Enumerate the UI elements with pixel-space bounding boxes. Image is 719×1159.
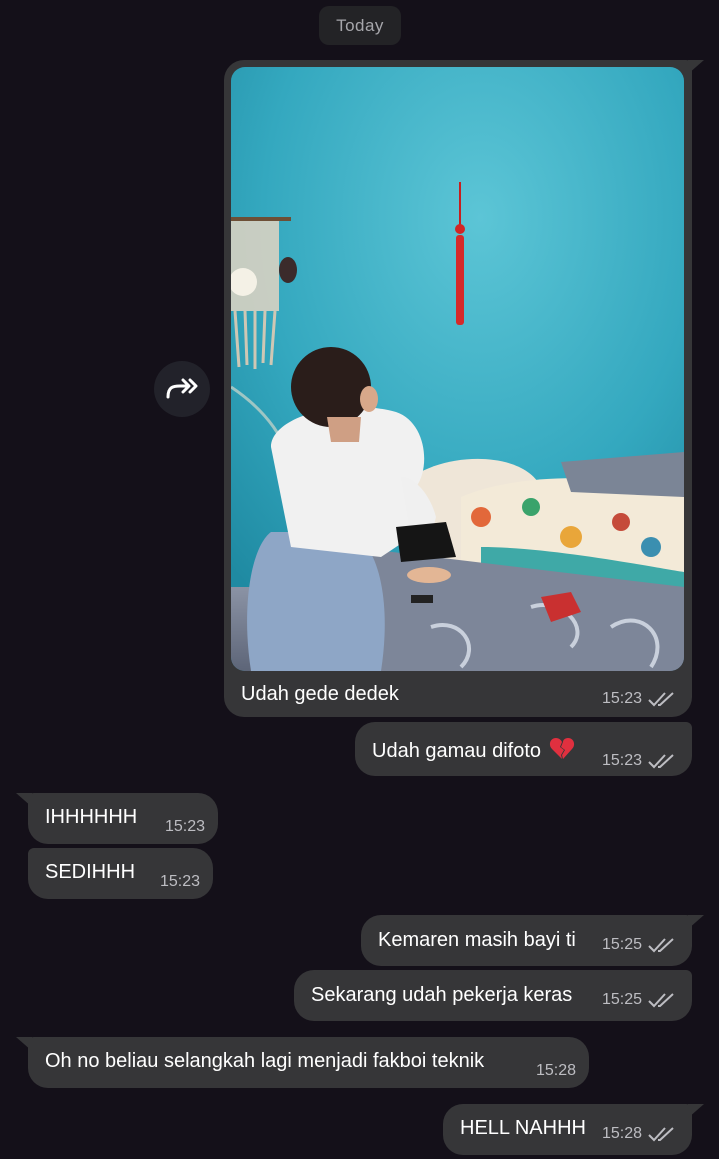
message-meta: 15:25: [602, 991, 676, 1009]
message-text: Udah gede dedek: [241, 683, 399, 705]
message-meta: 15:23: [165, 818, 205, 836]
date-separator: Today: [319, 6, 401, 45]
message-text: HELL NAHHH: [460, 1117, 586, 1139]
message-bubble[interactable]: IHHHHHH 15:23: [16, 793, 218, 844]
message-meta: 15:28: [602, 1125, 676, 1143]
message-bubble[interactable]: SEDIHHH 15:23: [28, 848, 213, 899]
double-check-icon: [648, 938, 674, 953]
message-time: 15:25: [601, 991, 642, 1008]
forward-arrow-icon: [166, 378, 198, 399]
double-check-icon: [648, 993, 674, 1008]
message-time: 15:23: [601, 690, 642, 707]
message-time: 15:25: [601, 936, 642, 953]
message-meta: 15:28: [536, 1062, 576, 1080]
message-bubble[interactable]: HELL NAHHH 15:28: [443, 1104, 704, 1155]
message-time: 15:28: [601, 1125, 642, 1142]
message-bubble[interactable]: Sekarang udah pekerja keras 15:25: [294, 970, 692, 1021]
message-text: Oh no beliau selangkah lagi menjadi fakb…: [45, 1050, 485, 1072]
double-check-icon: [648, 692, 674, 707]
broken-heart-icon: [549, 738, 574, 759]
message-meta: 15:23: [602, 690, 676, 708]
message-time: 15:28: [535, 1062, 576, 1079]
message-meta: 15:25: [602, 936, 676, 954]
forward-button[interactable]: [154, 361, 210, 417]
message-text-content: Udah gamau difoto: [372, 740, 542, 762]
message-meta: 15:23: [160, 873, 200, 891]
message-text: SEDIHHH: [45, 861, 136, 883]
double-check-icon: [648, 1127, 674, 1142]
message-bubble[interactable]: Kemaren masih bayi ti 15:25: [361, 915, 704, 966]
message-meta: 15:23: [602, 752, 676, 770]
message-bubble[interactable]: Oh no beliau selangkah lagi menjadi fakb…: [16, 1037, 589, 1088]
message-time: 15:23: [601, 752, 642, 769]
message-text: IHHHHHH: [45, 806, 138, 828]
message-text: Sekarang udah pekerja keras: [311, 984, 573, 1006]
message-bubble-photo[interactable]: Udah gede dedek 15:23: [224, 60, 704, 717]
photo-image[interactable]: [231, 67, 684, 671]
message-time: 15:23: [164, 818, 205, 835]
date-label: Today: [336, 15, 384, 35]
message-time: 15:23: [159, 873, 200, 890]
message-text: Kemaren masih bayi ti: [378, 929, 576, 951]
message-text: Udah gamau difoto: [372, 737, 575, 763]
chat-screen: Today Udah gede dedek 15:23 Udah gamau d…: [0, 0, 719, 1159]
message-bubble[interactable]: Udah gamau difoto 15:23: [355, 722, 692, 776]
double-check-icon: [648, 754, 674, 769]
